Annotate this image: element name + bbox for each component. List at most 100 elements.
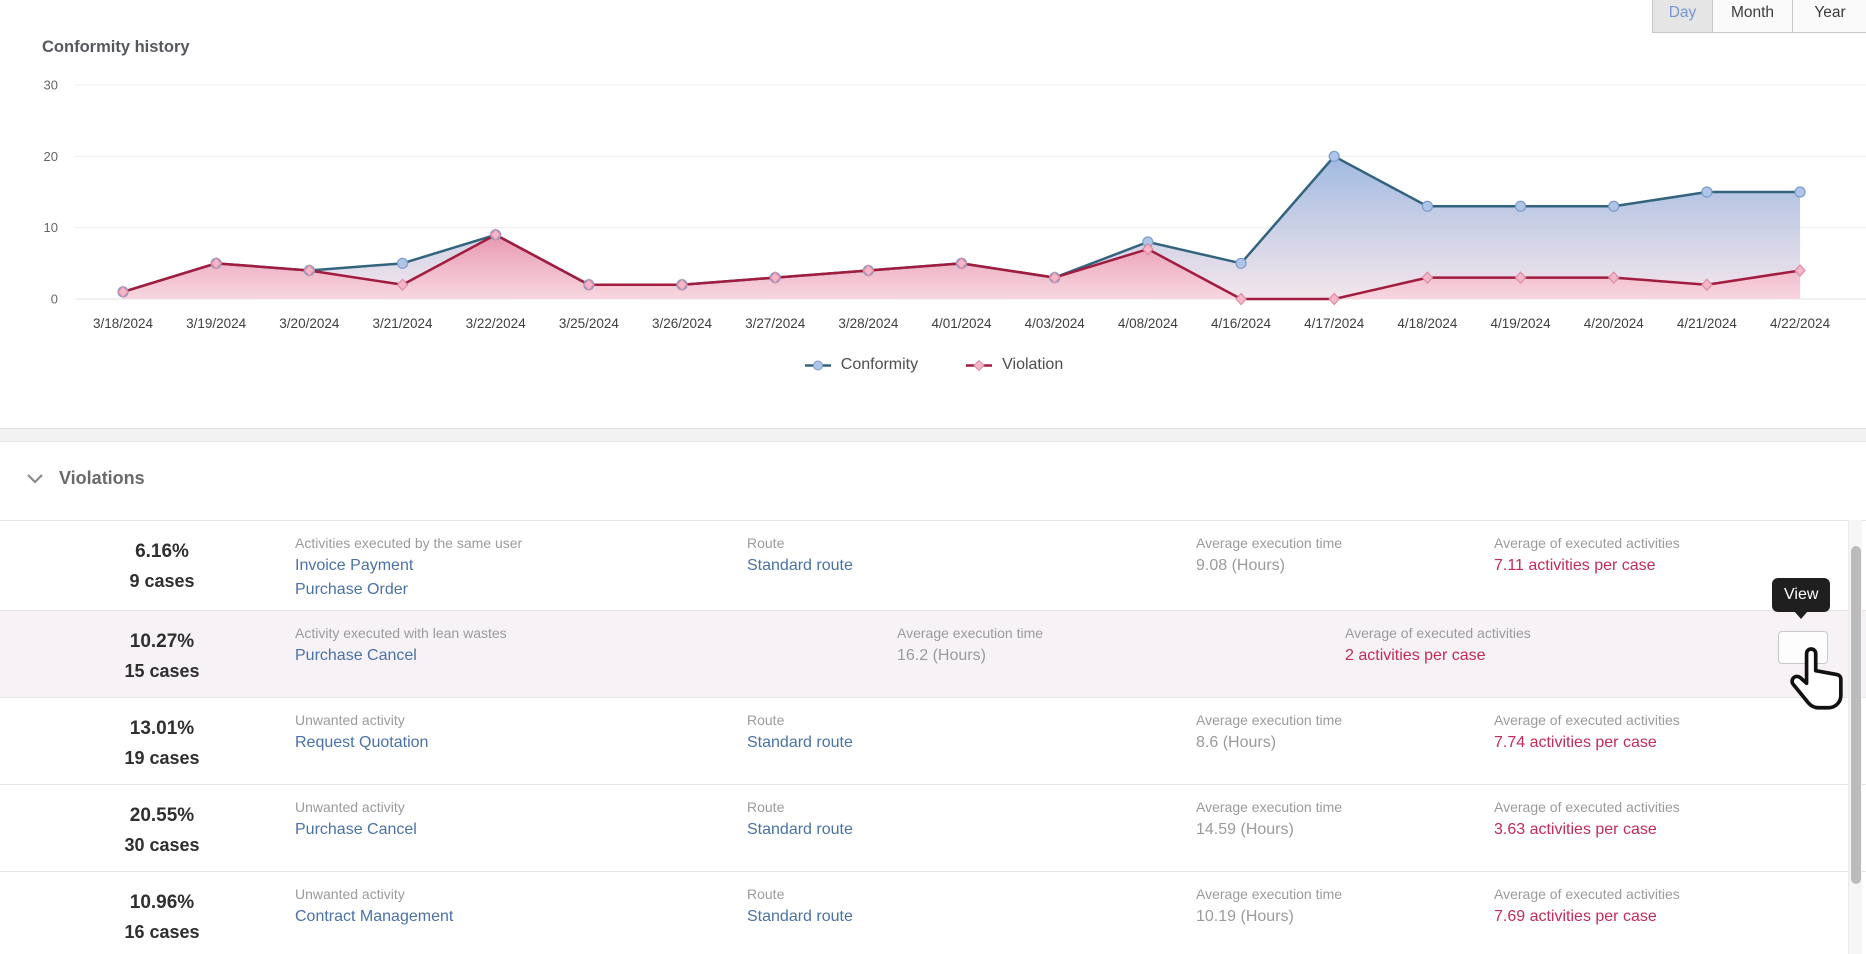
avg-exec-cell: Average execution time 10.19 (Hours): [1196, 886, 1342, 926]
route-cell: Route Standard route: [747, 886, 853, 926]
avg-exec-cell: Average execution time 9.08 (Hours): [1196, 535, 1342, 575]
svg-text:3/28/2024: 3/28/2024: [838, 316, 899, 331]
route-label: Route: [747, 535, 853, 551]
avg-activities-label: Average of executed activities: [1494, 712, 1680, 728]
avg-exec-label: Average execution time: [1196, 712, 1342, 728]
avg-activities-value[interactable]: 2 activities per case: [1345, 647, 1531, 665]
table-row: 10.96% 16 cases Unwanted activity Contra…: [0, 871, 1866, 954]
tab-year[interactable]: Year: [1793, 0, 1866, 32]
route-link[interactable]: Standard route: [747, 908, 853, 926]
violation-percent: 20.55%: [62, 805, 262, 827]
avg-activities-value[interactable]: 7.74 activities per case: [1494, 734, 1680, 752]
svg-text:20: 20: [44, 149, 58, 164]
avg-exec-value: 14.59 (Hours): [1196, 821, 1342, 839]
activity-cell: Activities executed by the same user Inv…: [295, 535, 522, 599]
view-tooltip: View: [1772, 578, 1830, 612]
activity-label: Unwanted activity: [295, 799, 417, 815]
avg-activities-value[interactable]: 3.63 activities per case: [1494, 821, 1680, 839]
chart-legend: Conformity Violation: [0, 356, 1866, 374]
hand-cursor-icon: [1786, 640, 1850, 722]
violation-percent-block: 20.55% 30 cases: [62, 805, 262, 856]
activity-cell: Unwanted activity Request Quotation: [295, 712, 428, 752]
activity-label: Activity executed with lean wastes: [295, 625, 507, 641]
svg-text:4/21/2024: 4/21/2024: [1677, 316, 1738, 331]
route-link[interactable]: Standard route: [747, 821, 853, 839]
violation-cases: 9 cases: [62, 571, 262, 592]
svg-text:4/08/2024: 4/08/2024: [1118, 316, 1179, 331]
table-row: 13.01% 19 cases Unwanted activity Reques…: [0, 697, 1866, 784]
avg-activities-cell: Average of executed activities 7.11 acti…: [1494, 535, 1680, 575]
svg-text:4/03/2024: 4/03/2024: [1025, 316, 1086, 331]
route-cell: Route Standard route: [747, 799, 853, 839]
route-cell: Route Standard route: [747, 712, 853, 752]
activity-link[interactable]: Request Quotation: [295, 734, 428, 752]
scrollbar-thumb[interactable]: [1851, 546, 1861, 884]
violation-cases: 19 cases: [62, 748, 262, 769]
svg-text:0: 0: [51, 292, 58, 307]
violation-percent: 10.27%: [62, 631, 262, 653]
avg-exec-value: 10.19 (Hours): [1196, 908, 1342, 926]
activity-link[interactable]: Invoice Payment: [295, 557, 522, 575]
avg-exec-value: 16.2 (Hours): [897, 647, 1043, 665]
avg-activities-value[interactable]: 7.69 activities per case: [1494, 908, 1680, 926]
activity-link[interactable]: Purchase Cancel: [295, 821, 417, 839]
violation-percent-block: 10.27% 15 cases: [62, 631, 262, 682]
legend-item-conformity[interactable]: Conformity: [803, 356, 918, 374]
activity-link[interactable]: Purchase Order: [295, 581, 522, 599]
avg-activities-cell: Average of executed activities 3.63 acti…: [1494, 799, 1680, 839]
avg-exec-label: Average execution time: [1196, 535, 1342, 551]
avg-activities-label: Average of executed activities: [1494, 886, 1680, 902]
avg-exec-label: Average execution time: [1196, 886, 1342, 902]
violations-title: Violations: [59, 468, 145, 489]
vertical-scrollbar[interactable]: [1848, 520, 1862, 954]
avg-activities-label: Average of executed activities: [1494, 535, 1680, 551]
svg-text:3/18/2024: 3/18/2024: [93, 316, 154, 331]
svg-text:30: 30: [44, 78, 58, 93]
route-link[interactable]: Standard route: [747, 734, 853, 752]
avg-exec-value: 9.08 (Hours): [1196, 557, 1342, 575]
violations-section-header[interactable]: Violations: [26, 468, 145, 489]
avg-exec-cell: Average execution time 14.59 (Hours): [1196, 799, 1342, 839]
tab-month[interactable]: Month: [1713, 0, 1793, 32]
svg-text:3/27/2024: 3/27/2024: [745, 316, 806, 331]
avg-activities-value[interactable]: 7.11 activities per case: [1494, 557, 1680, 575]
avg-activities-cell: Average of executed activities 7.74 acti…: [1494, 712, 1680, 752]
activity-label: Unwanted activity: [295, 886, 453, 902]
svg-text:3/21/2024: 3/21/2024: [372, 316, 433, 331]
activity-label: Unwanted activity: [295, 712, 428, 728]
violation-cases: 16 cases: [62, 922, 262, 943]
activity-cell: Unwanted activity Contract Management: [295, 886, 453, 926]
svg-text:10: 10: [44, 220, 58, 235]
avg-exec-cell: Average execution time 8.6 (Hours): [1196, 712, 1342, 752]
svg-text:3/20/2024: 3/20/2024: [279, 316, 340, 331]
violation-percent-block: 6.16% 9 cases: [62, 541, 262, 592]
svg-text:4/17/2024: 4/17/2024: [1304, 316, 1365, 331]
table-row: 20.55% 30 cases Unwanted activity Purcha…: [0, 784, 1866, 871]
route-link[interactable]: Standard route: [747, 557, 853, 575]
period-tab-group: Day Month Year: [1652, 0, 1866, 33]
svg-text:3/26/2024: 3/26/2024: [652, 316, 713, 331]
svg-text:4/01/2024: 4/01/2024: [931, 316, 992, 331]
avg-exec-cell: Average execution time 16.2 (Hours): [897, 625, 1043, 665]
avg-activities-label: Average of executed activities: [1494, 799, 1680, 815]
svg-text:4/20/2024: 4/20/2024: [1584, 316, 1645, 331]
legend-item-violation[interactable]: Violation: [964, 356, 1063, 374]
route-label: Route: [747, 886, 853, 902]
avg-exec-value: 8.6 (Hours): [1196, 734, 1342, 752]
chart-title: Conformity history: [42, 38, 190, 57]
violation-percent-block: 13.01% 19 cases: [62, 718, 262, 769]
avg-activities-label: Average of executed activities: [1345, 625, 1531, 641]
activity-link[interactable]: Contract Management: [295, 908, 453, 926]
violation-cases: 30 cases: [62, 835, 262, 856]
violation-cases: 15 cases: [62, 661, 262, 682]
activity-link[interactable]: Purchase Cancel: [295, 647, 507, 665]
card-separator: [0, 428, 1866, 442]
avg-activities-cell: Average of executed activities 2 activit…: [1345, 625, 1531, 665]
tab-day[interactable]: Day: [1653, 0, 1713, 32]
svg-text:3/25/2024: 3/25/2024: [559, 316, 620, 331]
route-cell: Route Standard route: [747, 535, 853, 575]
chevron-down-icon: [26, 473, 44, 484]
conformity-legend-marker-icon: [803, 359, 833, 372]
route-label: Route: [747, 799, 853, 815]
conformity-history-chart: 01020303/18/20243/19/20243/20/20243/21/2…: [0, 60, 1866, 350]
